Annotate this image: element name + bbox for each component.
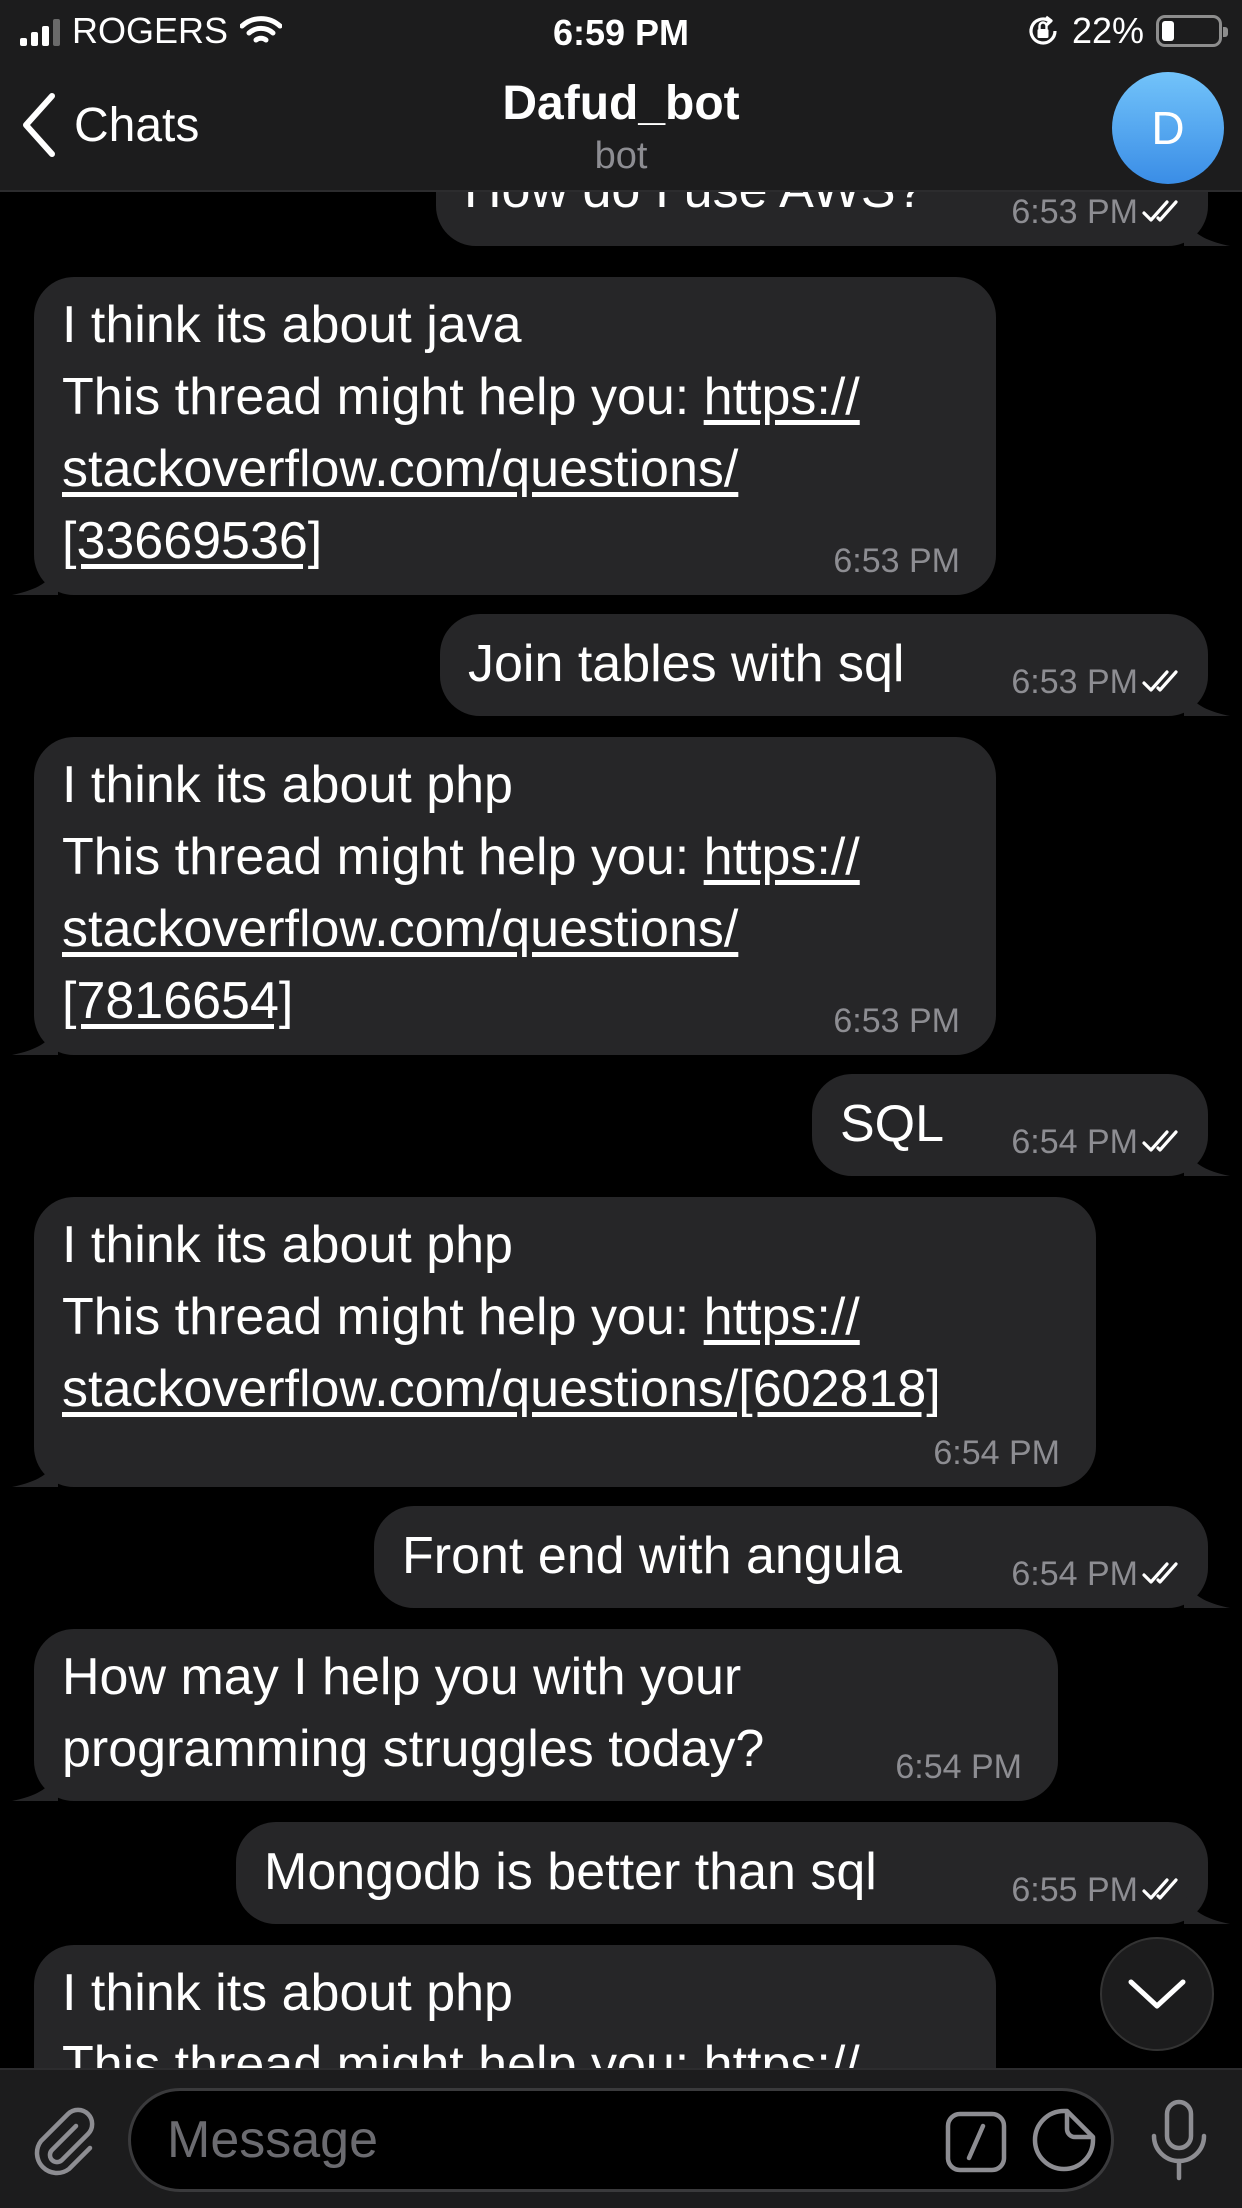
- message-time: 6:54 PM: [895, 1748, 1022, 1786]
- orientation-lock-icon: [1029, 15, 1057, 45]
- message-text: How do I use AWS?: [464, 192, 925, 226]
- outgoing-message[interactable]: Mongodb is better than sql 6:55 PM: [236, 1822, 1208, 1924]
- chat-header: Chats Dafud_bot bot D: [0, 62, 1242, 192]
- stackoverflow-link[interactable]: https://: [704, 828, 860, 886]
- stackoverflow-link-cont[interactable]: [7816654]: [62, 972, 293, 1030]
- slash-command-icon[interactable]: [945, 2111, 1007, 2173]
- message-text: How may I help you with your programming…: [62, 1648, 765, 1778]
- outgoing-message[interactable]: SQL 6:54 PM: [812, 1074, 1208, 1176]
- message-time: 6:54 PM: [933, 1434, 1060, 1472]
- incoming-message[interactable]: I think its about java This thread might…: [34, 277, 996, 595]
- outgoing-message[interactable]: Join tables with sql 6:53 PM: [440, 614, 1208, 716]
- stackoverflow-link-cont[interactable]: stackoverflow.com/questions/[602818]: [62, 1360, 941, 1418]
- incoming-message[interactable]: How may I help you with your programming…: [34, 1629, 1058, 1801]
- double-check-icon: [1142, 668, 1188, 696]
- message-time: 6:54 PM: [1011, 1554, 1188, 1594]
- status-bar: ROGERS 6:59 PM 22%: [0, 0, 1242, 62]
- message-text: I think its about java This thread might…: [62, 296, 860, 570]
- bubble-tail: [1184, 1880, 1230, 1924]
- message-text: I think its about php This thread might …: [62, 1216, 941, 1418]
- double-check-icon: [1142, 198, 1188, 226]
- incoming-message[interactable]: I think its about php This thread might …: [34, 1197, 1096, 1487]
- outgoing-message[interactable]: How do I use AWS? 6:53 PM: [436, 192, 1208, 246]
- avatar[interactable]: D: [1112, 72, 1224, 184]
- chevron-down-icon: [1128, 1979, 1186, 2009]
- message-text: I think its about php This thread might …: [62, 1957, 860, 2068]
- battery-icon: [1156, 15, 1228, 47]
- scroll-to-bottom-button[interactable]: [1100, 1937, 1214, 2051]
- chat-title: Dafud_bot: [502, 77, 740, 130]
- message-time: 6:53 PM: [833, 1002, 960, 1040]
- incoming-message[interactable]: I think its about php This thread might …: [34, 1945, 996, 2068]
- double-check-icon: [1142, 1560, 1188, 1588]
- bubble-tail: [1184, 1564, 1230, 1608]
- paperclip-icon[interactable]: [30, 2106, 100, 2176]
- stackoverflow-link-cont[interactable]: stackoverflow.com/questions/: [62, 440, 738, 498]
- message-time: 6:55 PM: [1011, 1870, 1188, 1910]
- message-text: SQL: [840, 1095, 945, 1153]
- status-right: 22%: [1026, 10, 1228, 52]
- bubble-tail: [12, 551, 58, 595]
- stackoverflow-link[interactable]: https://: [704, 368, 860, 426]
- bubble-tail: [12, 1757, 58, 1801]
- message-time: 6:53 PM: [1011, 192, 1188, 232]
- stackoverflow-link[interactable]: https://: [704, 1288, 860, 1346]
- message-text: Mongodb is better than sql: [264, 1843, 877, 1901]
- message-input[interactable]: [167, 2091, 947, 2189]
- message-list[interactable]: How do I use AWS? 6:53 PM I think its ab…: [0, 192, 1242, 2068]
- bubble-tail: [12, 1011, 58, 1055]
- sticker-icon[interactable]: [1031, 2107, 1097, 2173]
- chat-title-block[interactable]: Dafud_bot bot: [0, 76, 1242, 178]
- message-input-container: [128, 2088, 1114, 2192]
- message-composer: [0, 2068, 1242, 2208]
- stackoverflow-link-cont[interactable]: stackoverflow.com/questions/: [62, 900, 738, 958]
- telegram-chat-screen: ROGERS 6:59 PM 22% Chats Dafud_bot bot D…: [0, 0, 1242, 2208]
- bubble-tail: [1184, 672, 1230, 716]
- message-text: I think its about php This thread might …: [62, 756, 860, 1030]
- chat-subtitle: bot: [594, 135, 648, 177]
- message-time: 6:54 PM: [1011, 1122, 1188, 1162]
- message-time: 6:53 PM: [833, 542, 960, 580]
- stackoverflow-link-cont[interactable]: [33669536]: [62, 512, 322, 570]
- bubble-tail: [12, 1443, 58, 1487]
- double-check-icon: [1142, 1128, 1188, 1156]
- message-text: Front end with angula: [402, 1527, 903, 1585]
- battery-percent: 22%: [1071, 10, 1144, 51]
- double-check-icon: [1142, 1876, 1188, 1904]
- bubble-tail: [1184, 1132, 1230, 1176]
- stackoverflow-link[interactable]: https://: [704, 2036, 860, 2068]
- bubble-tail: [1184, 202, 1230, 246]
- message-text: Join tables with sql: [468, 635, 905, 693]
- microphone-icon[interactable]: [1144, 2098, 1214, 2182]
- message-time: 6:53 PM: [1011, 662, 1188, 702]
- battery-level: [1162, 21, 1174, 41]
- incoming-message[interactable]: I think its about php This thread might …: [34, 737, 996, 1055]
- outgoing-message[interactable]: Front end with angula 6:54 PM: [374, 1506, 1208, 1608]
